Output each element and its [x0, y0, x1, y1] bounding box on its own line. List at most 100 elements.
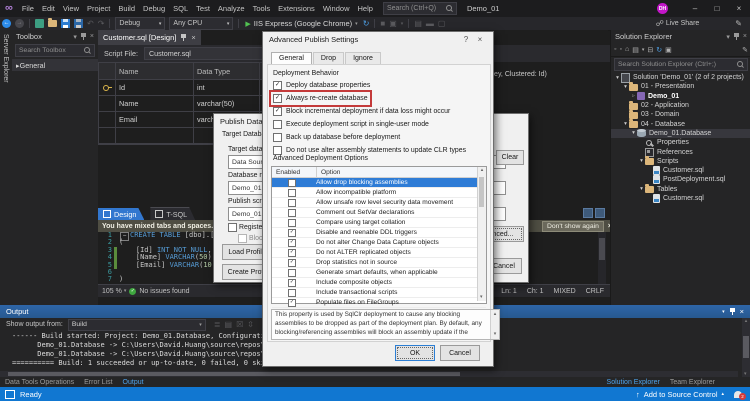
- sync-with-active-document-icon[interactable]: ↻: [656, 46, 662, 54]
- behavior-option[interactable]: Execute deployment script in single-user…: [273, 120, 429, 129]
- checkbox[interactable]: [288, 199, 296, 207]
- toggle-autoscroll-icon[interactable]: ⇳: [247, 319, 254, 331]
- forward-icon[interactable]: ◦: [619, 46, 621, 53]
- option-enabled-cell[interactable]: ✓: [272, 239, 312, 247]
- editor-tab-customer-sql-design[interactable]: Customer.sql [Design] ×: [98, 30, 201, 45]
- quick-search-input[interactable]: Search (Ctrl+Q): [383, 2, 457, 15]
- menu-analyze[interactable]: Analyze: [214, 4, 249, 13]
- checkbox[interactable]: [288, 189, 296, 197]
- option-enabled-cell[interactable]: [272, 209, 312, 217]
- option-enabled-cell[interactable]: [272, 269, 312, 277]
- solution-explorer-search-input[interactable]: Search Solution Explorer (Ctrl+;): [614, 58, 748, 71]
- menu-test[interactable]: Test: [192, 4, 214, 13]
- bookmark-icon[interactable]: ▢: [438, 18, 446, 30]
- tab-output[interactable]: Output: [118, 379, 149, 386]
- options-table-scrollbar[interactable]: ▴▾: [477, 167, 486, 301]
- cell-name[interactable]: [116, 128, 194, 143]
- tree-item[interactable]: 02 - Application: [611, 101, 750, 110]
- tab-general[interactable]: General: [271, 52, 312, 64]
- clear-button[interactable]: Clear: [496, 150, 524, 165]
- menu-edit[interactable]: Edit: [38, 4, 59, 13]
- split-vertical-icon[interactable]: [583, 208, 593, 218]
- option-enabled-cell[interactable]: [272, 179, 312, 187]
- behavior-option[interactable]: Do not use alter assembly statements to …: [273, 146, 466, 155]
- close-icon[interactable]: ×: [473, 35, 487, 44]
- option-row[interactable]: ✓Include composite objects: [272, 278, 486, 288]
- live-share-button[interactable]: ☍ Live Share: [654, 18, 700, 30]
- checkbox[interactable]: [273, 133, 282, 142]
- cell-name[interactable]: Email: [116, 112, 194, 127]
- checkbox[interactable]: [288, 269, 296, 277]
- option-row[interactable]: ✓Do not alter Change Data Capture object…: [272, 238, 486, 248]
- window-menu-icon[interactable]: ▾: [726, 33, 730, 41]
- behavior-option[interactable]: Back up database before deployment: [273, 133, 400, 142]
- option-enabled-cell[interactable]: [272, 289, 312, 297]
- menu-window[interactable]: Window: [319, 4, 354, 13]
- menu-sql[interactable]: SQL: [169, 4, 192, 13]
- pin-icon[interactable]: [80, 33, 87, 41]
- tab-solution-explorer[interactable]: Solution Explorer: [602, 379, 665, 386]
- behavior-option[interactable]: ✓Deploy database properties: [273, 81, 370, 90]
- split-horizontal-icon[interactable]: [595, 208, 605, 218]
- menu-debug[interactable]: Debug: [139, 4, 169, 13]
- block-drift-checkbox[interactable]: [238, 234, 247, 243]
- checkbox[interactable]: [288, 219, 296, 227]
- option-row[interactable]: Comment out SetVar declarations: [272, 208, 486, 218]
- option-enabled-cell[interactable]: ✓: [272, 229, 312, 237]
- feedback-icon[interactable]: ✎: [735, 18, 742, 30]
- maximize-button[interactable]: □: [706, 0, 728, 17]
- show-all-files-icon[interactable]: ▣: [665, 46, 672, 54]
- tree-item[interactable]: Customer.sql: [611, 166, 750, 175]
- switch-views-icon[interactable]: ▤: [632, 46, 639, 54]
- toolbar-overflow-icon[interactable]: ▾: [401, 18, 404, 30]
- row-selector[interactable]: [99, 128, 116, 143]
- start-debug-button[interactable]: ▶ IIS Express (Google Chrome) ▾: [245, 19, 357, 28]
- chevron-down-icon[interactable]: ▾: [638, 158, 645, 164]
- option-row[interactable]: ✓Disable and reenable DDL triggers: [272, 228, 486, 238]
- preview-icon[interactable]: ▣: [389, 18, 397, 30]
- navigate-back-icon[interactable]: ←: [2, 19, 11, 28]
- add-to-source-control-button[interactable]: Add to Source Control: [644, 390, 718, 399]
- help-icon[interactable]: ?: [459, 35, 473, 44]
- tab-ignore[interactable]: Ignore: [345, 52, 381, 64]
- tree-item[interactable]: ▾Tables: [611, 185, 750, 194]
- clear-all-icon[interactable]: ☒: [236, 319, 243, 331]
- pin-icon[interactable]: [733, 33, 740, 41]
- back-icon[interactable]: ◦: [614, 46, 616, 53]
- option-enabled-cell[interactable]: ✓: [272, 249, 312, 257]
- chevron-right-icon[interactable]: ▹: [630, 93, 637, 99]
- checkbox[interactable]: ✓: [288, 239, 296, 247]
- tab-drop[interactable]: Drop: [313, 52, 344, 64]
- save-all-icon[interactable]: [74, 19, 83, 28]
- word-wrap-icon[interactable]: ▤: [225, 319, 233, 331]
- platform-dropdown[interactable]: Any CPU ▾: [169, 17, 233, 30]
- output-source-dropdown[interactable]: Build ▾: [68, 319, 206, 331]
- option-row[interactable]: Allow drop blocking assemblies: [272, 178, 486, 188]
- menu-extensions[interactable]: Extensions: [274, 4, 319, 13]
- account-avatar[interactable]: DH: [657, 3, 668, 14]
- toolbox-group-general[interactable]: ▸ General: [12, 59, 98, 71]
- menu-file[interactable]: File: [18, 4, 38, 13]
- enabled-column-header[interactable]: Enabled: [272, 167, 317, 177]
- chevron-down-icon[interactable]: ▾: [638, 186, 645, 192]
- minimize-button[interactable]: –: [684, 0, 706, 17]
- editor-scrollbar[interactable]: [598, 232, 606, 284]
- menu-view[interactable]: View: [59, 4, 83, 13]
- configuration-dropdown[interactable]: Debug ▾: [115, 17, 165, 30]
- find-in-files-icon[interactable]: ▤: [414, 18, 422, 30]
- behavior-option[interactable]: ✓Block incremental deployment if data lo…: [273, 107, 450, 116]
- close-icon[interactable]: ×: [191, 33, 195, 42]
- menu-build[interactable]: Build: [114, 4, 139, 13]
- tab-error-list[interactable]: Error List: [79, 379, 117, 386]
- refresh-icon[interactable]: ↻: [363, 18, 370, 30]
- option-enabled-cell[interactable]: [272, 219, 312, 227]
- option-row[interactable]: Include transactional scripts: [272, 288, 486, 298]
- row-selector[interactable]: [99, 96, 116, 111]
- option-row[interactable]: Compare using target collation: [272, 218, 486, 228]
- cell-name[interactable]: Name: [116, 96, 194, 111]
- option-enabled-cell[interactable]: ✓: [272, 279, 312, 287]
- option-column-header[interactable]: Option: [317, 167, 486, 177]
- tree-item[interactable]: ▾Demo_01.Database: [611, 129, 750, 138]
- close-icon[interactable]: ×: [90, 33, 94, 40]
- behavior-option[interactable]: ✓Always re-create database: [273, 94, 368, 103]
